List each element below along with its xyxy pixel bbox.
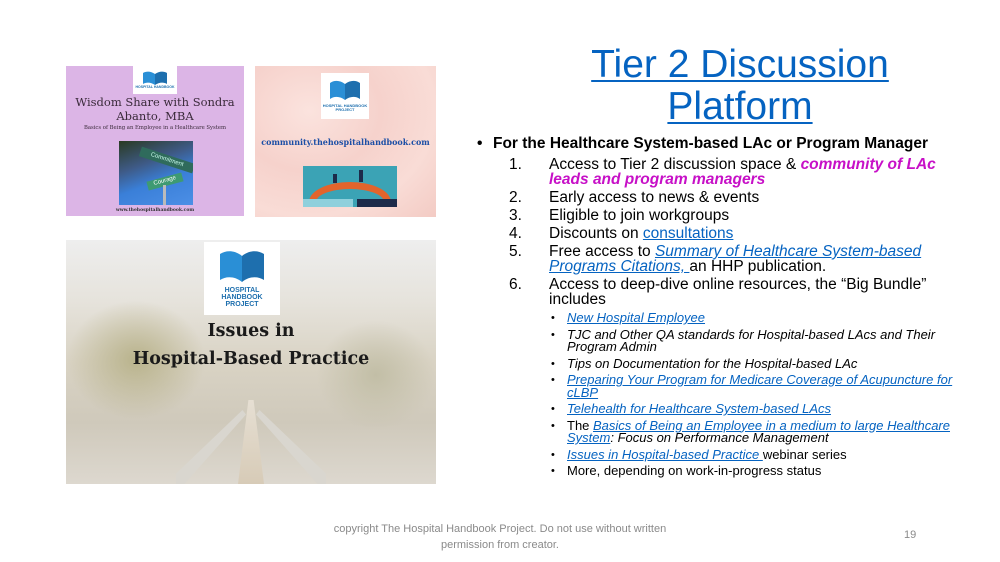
sub-list-item: • New Hospital Employee — [551, 310, 706, 325]
consultations-link[interactable]: consultations — [643, 225, 733, 242]
bullet: • — [477, 135, 483, 152]
wisdom-share-heading: Wisdom Share with Sondra Abanto, MBA — [75, 95, 235, 123]
hhp-logo: HOSPITAL HANDBOOK — [133, 66, 177, 94]
open-book-icon — [330, 80, 360, 100]
sub-list-item: • Tips on Documentation for the Hospital… — [551, 355, 858, 371]
issues-heading: Issues in Hospital-Based Practice — [132, 321, 370, 369]
street-sign-photo: Commitment Courage — [119, 141, 193, 205]
hhp-logo: HOSPITAL HANDBOOK PROJECT — [321, 73, 369, 119]
list-item: 3. Eligible to join workgroups — [509, 207, 730, 224]
bridge-puzzle-illustration — [303, 166, 397, 207]
sub-list-item: • TJC and Other QA standards for Hospita… — [551, 326, 936, 354]
main-bullet: • For the Healthcare System-based LAc or… — [477, 135, 928, 152]
telehealth-link[interactable]: Telehealth for Healthcare System-based L… — [567, 401, 831, 416]
bridge-photo — [176, 400, 326, 484]
wisdom-share-subtitle: Basics of Being an Employee in a Healthc… — [83, 125, 227, 131]
community-image: HOSPITAL HANDBOOK PROJECT community.theh… — [255, 66, 436, 217]
list-item: 6. Access to deep-dive online resources,… — [509, 276, 927, 308]
copyright-footer: copyright The Hospital Handbook Project.… — [333, 523, 667, 551]
open-book-icon — [143, 71, 167, 85]
list-item: 1. Access to Tier 2 discussion space & c… — [509, 156, 936, 188]
wisdom-share-image: HOSPITAL HANDBOOK Wisdom Share with Sond… — [66, 66, 244, 216]
sub-list-item: • Telehealth for Healthcare System-based… — [551, 401, 831, 416]
list-item: 2. Early access to news & events — [509, 189, 760, 206]
wisdom-share-url: www.thehospitalhandbook.com — [115, 208, 195, 213]
community-url: community.thehospitalhandbook.com — [261, 137, 430, 147]
new-hospital-employee-link[interactable]: New Hospital Employee — [567, 310, 705, 325]
page-number: 19 — [904, 529, 917, 541]
list-item: 5. Free access to Summary of Healthcare … — [509, 243, 922, 275]
medicare-coverage-link[interactable]: Preparing Your Program for Medicare Cove… — [567, 372, 952, 400]
open-book-icon — [220, 250, 264, 282]
benefits-list: • For the Healthcare System-based LAc or… — [477, 136, 967, 482]
slide-title[interactable]: Tier 2 Discussion Platform — [520, 44, 960, 128]
sub-list-item: • Preparing Your Program for Medicare Co… — [551, 372, 953, 400]
sub-list-item: • The Basics of Being an Employee in a m… — [551, 417, 950, 445]
hhp-logo: HOSPITAL HANDBOOK PROJECT — [204, 242, 280, 315]
sub-list-item: • More, depending on work-in-progress st… — [551, 463, 822, 478]
list-item: 4. Discounts on consultations — [509, 225, 734, 242]
issues-webinar-image: HOSPITAL HANDBOOK PROJECT Issues in Hosp… — [66, 240, 436, 484]
sub-list-item: • Issues in Hospital-based Practice webi… — [551, 446, 847, 462]
issues-hospital-practice-link[interactable]: Issues in Hospital-based Practice — [567, 447, 763, 462]
